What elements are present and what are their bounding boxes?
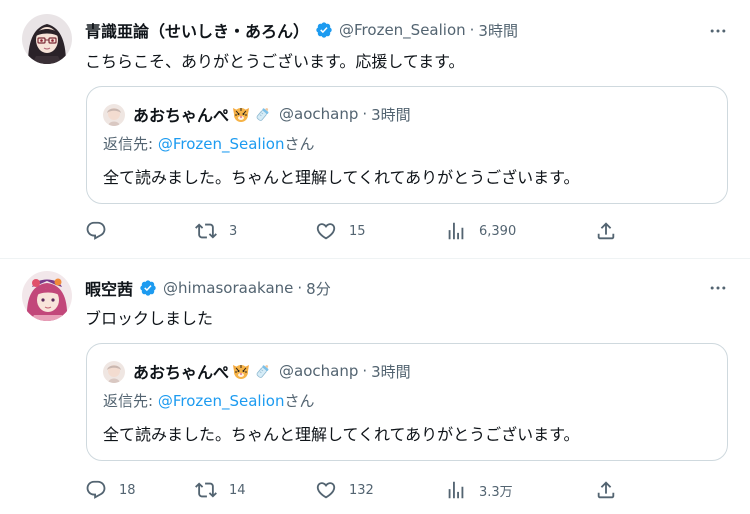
- quote-header: あおちゃんぺ @aochanp · 3時間: [133, 359, 411, 383]
- reply-to-handle[interactable]: @Frozen_Sealion: [158, 392, 285, 410]
- timestamp[interactable]: 8分: [306, 278, 331, 299]
- quote-avatar: [103, 361, 125, 383]
- reply-button[interactable]: 18: [85, 478, 136, 502]
- quote-text: 全て読みました。ちゃんと理解してくれてありがとうございます。: [103, 425, 580, 444]
- action-bar: 18 14 132 3.3万: [85, 478, 625, 502]
- more-options-icon[interactable]: [706, 276, 730, 300]
- quote-tweet[interactable]: あおちゃんぺ @aochanp · 3時間 返信先: @Frozen_Seali…: [86, 343, 728, 461]
- tweet-text: ブロックしました: [85, 309, 214, 328]
- quote-header: あおちゃんぺ @aochanp · 3時間: [133, 102, 411, 126]
- tweet-header: 青識亜論（せいしき・あろん） @Frozen_Sealion · 3時間: [85, 18, 690, 42]
- reply-prefix: 返信先:: [103, 135, 158, 153]
- retweet-button[interactable]: 14: [195, 478, 246, 502]
- like-button[interactable]: 15: [315, 219, 366, 243]
- reply-icon: [85, 220, 107, 242]
- views-button[interactable]: 6,390: [445, 219, 516, 243]
- display-name[interactable]: 暇空茜: [85, 276, 133, 300]
- more-options-icon[interactable]: [706, 19, 730, 43]
- share-icon: [595, 479, 617, 501]
- views-button[interactable]: 3.3万: [445, 478, 513, 502]
- avatar[interactable]: [22, 14, 72, 64]
- avatar[interactable]: [22, 271, 72, 321]
- reply-to-handle[interactable]: @Frozen_Sealion: [158, 135, 285, 153]
- tiger-face-icon: [231, 361, 251, 381]
- like-button[interactable]: 132: [315, 478, 374, 502]
- separator-dot: ·: [297, 279, 303, 297]
- reply-suffix: さん: [284, 392, 315, 410]
- quote-avatar: [103, 104, 125, 126]
- share-button[interactable]: [595, 219, 617, 243]
- reply-suffix: さん: [284, 135, 315, 153]
- reply-count: 18: [119, 482, 136, 498]
- quote-text: 全て読みました。ちゃんと理解してくれてありがとうございます。: [103, 168, 580, 187]
- tweet-header: 暇空茜 @himasoraakane · 8分: [85, 276, 690, 300]
- share-icon: [595, 220, 617, 242]
- like-count: 15: [349, 223, 366, 239]
- separator-dot: ·: [362, 105, 368, 123]
- retweet-icon: [195, 220, 217, 242]
- reply-context: 返信先: @Frozen_Sealionさん: [103, 390, 314, 411]
- quote-tweet[interactable]: あおちゃんぺ @aochanp · 3時間 返信先: @Frozen_Seali…: [86, 86, 728, 204]
- view-count: 6,390: [479, 223, 517, 239]
- tiger-face-icon: [231, 104, 251, 124]
- display-name[interactable]: 青識亜論（せいしき・あろん）: [85, 18, 309, 42]
- quote-display-name: あおちゃんぺ: [133, 106, 230, 125]
- retweet-count: 14: [229, 482, 246, 498]
- quote-display-name: あおちゃんぺ: [133, 363, 230, 382]
- user-handle[interactable]: @himasoraakane: [163, 279, 293, 297]
- bar-chart-icon: [445, 220, 467, 242]
- timestamp[interactable]: 3時間: [478, 20, 518, 41]
- reply-icon: [85, 479, 107, 501]
- quote-timestamp: 3時間: [371, 105, 411, 124]
- separator-dot: ·: [469, 21, 475, 39]
- view-count: 3.3万: [479, 484, 513, 500]
- retweet-count: 3: [229, 223, 238, 239]
- share-button[interactable]: [595, 478, 617, 502]
- tweet[interactable]: 暇空茜 @himasoraakane · 8分 ブロックしました あおちゃんぺ: [0, 258, 750, 514]
- quote-handle: @aochanp: [279, 105, 359, 123]
- baby-bottle-icon: [253, 361, 273, 381]
- tweet-text: こちらこそ、ありがとうございます。応援してます。: [85, 52, 465, 71]
- verified-badge-icon: [139, 279, 157, 297]
- baby-bottle-icon: [253, 104, 273, 124]
- reply-prefix: 返信先:: [103, 392, 158, 410]
- retweet-icon: [195, 479, 217, 501]
- retweet-button[interactable]: 3: [195, 219, 237, 243]
- reply-context: 返信先: @Frozen_Sealionさん: [103, 133, 314, 154]
- like-count: 132: [349, 482, 374, 498]
- user-handle[interactable]: @Frozen_Sealion: [339, 21, 466, 39]
- action-bar: 3 15 6,390: [85, 219, 625, 243]
- separator-dot: ·: [362, 362, 368, 380]
- heart-icon: [315, 479, 337, 501]
- verified-badge-icon: [315, 21, 333, 39]
- quote-handle: @aochanp: [279, 362, 359, 380]
- reply-button[interactable]: [85, 219, 119, 243]
- bar-chart-icon: [445, 479, 467, 501]
- tweet[interactable]: 青識亜論（せいしき・あろん） @Frozen_Sealion · 3時間 こちら…: [0, 0, 750, 258]
- quote-timestamp: 3時間: [371, 362, 411, 381]
- heart-icon: [315, 220, 337, 242]
